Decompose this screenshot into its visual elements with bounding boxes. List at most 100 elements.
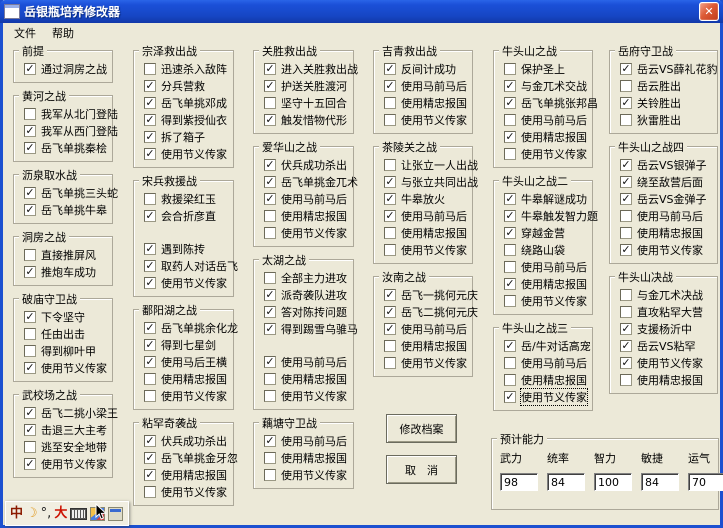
checkbox-row[interactable]: ✓ 使用节义传家 bbox=[19, 455, 109, 472]
checkbox[interactable] bbox=[144, 389, 156, 402]
checkbox-row[interactable]: 使用节义传家 bbox=[139, 483, 230, 500]
checkbox[interactable]: ✓ bbox=[384, 192, 396, 205]
checkbox-row[interactable]: ✓ 牛皋解谜成功 bbox=[499, 190, 589, 207]
checkbox-row[interactable]: ✓ 岳飞一挑何元庆 bbox=[379, 286, 478, 303]
checkbox-row[interactable]: 使用精忠报国 bbox=[259, 370, 350, 387]
checkbox-row[interactable]: ✓ 使用节义传家 bbox=[19, 359, 109, 376]
checkbox-row[interactable]: ✓ 岳云VS金弹子 bbox=[615, 190, 714, 207]
checkbox[interactable] bbox=[504, 294, 516, 307]
checkbox-row[interactable]: ✓ 使用精忠报国 bbox=[499, 275, 589, 292]
checkbox-row[interactable]: ✓ 使用节义传家 bbox=[139, 274, 230, 291]
checkbox[interactable] bbox=[504, 62, 516, 75]
checkbox[interactable]: ✓ bbox=[144, 209, 156, 222]
checkbox-row[interactable]: ✓ 拆了箱子 bbox=[139, 128, 230, 145]
checkbox[interactable]: ✓ bbox=[264, 305, 276, 318]
checkbox[interactable]: ✓ bbox=[620, 175, 632, 188]
checkbox[interactable]: ✓ bbox=[24, 124, 36, 137]
checkbox-row[interactable]: ✓ 岳飞单挑金牙忽 bbox=[139, 449, 238, 466]
checkbox[interactable] bbox=[504, 260, 516, 273]
checkbox-row[interactable]: ✓ 使用节义传家 bbox=[499, 387, 589, 406]
checkbox[interactable]: ✓ bbox=[384, 175, 396, 188]
checkbox-row[interactable]: ✓ 触发惜物代形 bbox=[259, 111, 350, 128]
checkbox[interactable]: ✓ bbox=[144, 130, 156, 143]
checkbox-row[interactable]: ✓ 使用马前马后 bbox=[379, 207, 469, 224]
checkbox-row[interactable]: 使用精忠报国 bbox=[259, 207, 350, 224]
checkbox[interactable]: ✓ bbox=[264, 322, 276, 335]
cancel-button[interactable]: 取 消 bbox=[386, 455, 457, 484]
checkbox[interactable] bbox=[264, 271, 276, 284]
checkbox[interactable] bbox=[620, 373, 632, 386]
ime-chinese-indicator[interactable]: 中 bbox=[10, 506, 23, 522]
checkbox-row[interactable]: ✓ 关铃胜出 bbox=[615, 94, 714, 111]
checkbox[interactable]: ✓ bbox=[144, 276, 156, 289]
checkbox[interactable]: ✓ bbox=[144, 468, 156, 481]
checkbox[interactable]: ✓ bbox=[24, 423, 36, 436]
checkbox[interactable]: ✓ bbox=[620, 339, 632, 352]
checkbox[interactable]: ✓ bbox=[504, 130, 516, 143]
ime-fullwidth-moon-icon[interactable]: ☽ bbox=[26, 506, 38, 522]
checkbox-row[interactable]: ✓ 使用马后王横 bbox=[139, 353, 230, 370]
checkbox[interactable]: ✓ bbox=[504, 339, 516, 352]
checkbox[interactable] bbox=[24, 344, 36, 357]
ime-toolbar[interactable]: 中 ☽ °, 大 bbox=[5, 501, 130, 526]
ime-keyboard-icon[interactable] bbox=[70, 507, 88, 520]
checkbox-row[interactable]: 使用节义传家 bbox=[379, 354, 469, 371]
checkbox[interactable]: ✓ bbox=[504, 209, 516, 222]
checkbox[interactable] bbox=[620, 226, 632, 239]
checkbox[interactable]: ✓ bbox=[264, 113, 276, 126]
checkbox-row[interactable]: ✓ 使用马前马后 bbox=[379, 320, 469, 337]
checkbox[interactable] bbox=[144, 192, 156, 205]
checkbox-row[interactable]: 使用节义传家 bbox=[259, 466, 350, 483]
checkbox[interactable]: ✓ bbox=[620, 243, 632, 256]
checkbox-row[interactable]: ✓ 岳飞单挑三头蛇 bbox=[19, 184, 118, 201]
checkbox-row[interactable]: ✓ 岳云VS薛礼花豹 bbox=[615, 60, 718, 77]
checkbox[interactable] bbox=[264, 451, 276, 464]
checkbox-row[interactable]: ✓ 与张立共同出战 bbox=[379, 173, 478, 190]
checkbox[interactable]: ✓ bbox=[144, 147, 156, 160]
checkbox[interactable]: ✓ bbox=[620, 356, 632, 369]
checkbox[interactable]: ✓ bbox=[504, 96, 516, 109]
checkbox-row[interactable]: ✓ 岳飞二挑何元庆 bbox=[379, 303, 478, 320]
checkbox[interactable]: ✓ bbox=[144, 451, 156, 464]
checkbox-row[interactable]: ✓ 通过洞房之战 bbox=[19, 60, 109, 77]
checkbox-row[interactable]: ✓ 使用节义传家 bbox=[615, 241, 714, 258]
checkbox-row[interactable]: ✓ 与金兀术交战 bbox=[499, 77, 589, 94]
checkbox[interactable]: ✓ bbox=[504, 390, 516, 403]
checkbox[interactable] bbox=[620, 288, 632, 301]
checkbox-row[interactable]: ✓ 伏兵成功杀出 bbox=[139, 432, 230, 449]
checkbox-row[interactable]: 使用节义传家 bbox=[499, 145, 589, 162]
checkbox-row[interactable]: 使用马前马后 bbox=[499, 111, 589, 128]
checkbox[interactable] bbox=[264, 226, 276, 239]
stat-input[interactable]: 70 bbox=[688, 473, 723, 491]
checkbox-row[interactable]: ✓ 岳飞单挑牛皋 bbox=[19, 201, 109, 218]
checkbox[interactable]: ✓ bbox=[264, 288, 276, 301]
checkbox-row[interactable]: 使用马前马后 bbox=[499, 354, 589, 371]
ime-toolbar-window-icon[interactable] bbox=[108, 506, 124, 521]
checkbox-row[interactable]: ✓ 伏兵成功杀出 bbox=[259, 156, 350, 173]
checkbox-row[interactable]: ✓ 使用节义传家 bbox=[615, 354, 714, 371]
checkbox-row[interactable]: ✓ 穿越金营 bbox=[499, 224, 589, 241]
checkbox-row[interactable]: 使用精忠报国 bbox=[615, 371, 714, 388]
checkbox-row[interactable]: 使用节义传家 bbox=[139, 387, 230, 404]
checkbox[interactable]: ✓ bbox=[144, 242, 156, 255]
checkbox-row[interactable]: ✓ 推炮车成功 bbox=[19, 263, 109, 280]
checkbox[interactable]: ✓ bbox=[620, 62, 632, 75]
checkbox-row[interactable]: 使用精忠报国 bbox=[615, 224, 714, 241]
checkbox[interactable] bbox=[264, 372, 276, 385]
checkbox[interactable] bbox=[24, 440, 36, 453]
checkbox-row[interactable]: 救援梁红玉 bbox=[139, 190, 230, 207]
checkbox-row[interactable]: ✓ 得到紫授仙衣 bbox=[139, 111, 230, 128]
menu-item-file[interactable]: 文件 bbox=[7, 24, 43, 42]
checkbox-row[interactable]: ✓ 会合折彦直 bbox=[139, 207, 230, 224]
checkbox-row[interactable]: 直接推屏风 bbox=[19, 246, 109, 263]
close-button[interactable]: ✕ bbox=[699, 2, 719, 21]
checkbox-row[interactable]: 迅速杀入敌阵 bbox=[139, 60, 230, 77]
checkbox[interactable] bbox=[384, 96, 396, 109]
checkbox[interactable]: ✓ bbox=[504, 79, 516, 92]
checkbox-row[interactable]: ✓ 使用马前马后 bbox=[259, 190, 350, 207]
modify-archive-button[interactable]: 修改档案 bbox=[386, 414, 457, 443]
checkbox-row[interactable]: ✓ 支援杨沂中 bbox=[615, 320, 714, 337]
checkbox[interactable] bbox=[24, 248, 36, 261]
checkbox-row[interactable]: 使用节义传家 bbox=[259, 224, 350, 241]
checkbox-row[interactable]: ✓ 反间计成功 bbox=[379, 60, 469, 77]
